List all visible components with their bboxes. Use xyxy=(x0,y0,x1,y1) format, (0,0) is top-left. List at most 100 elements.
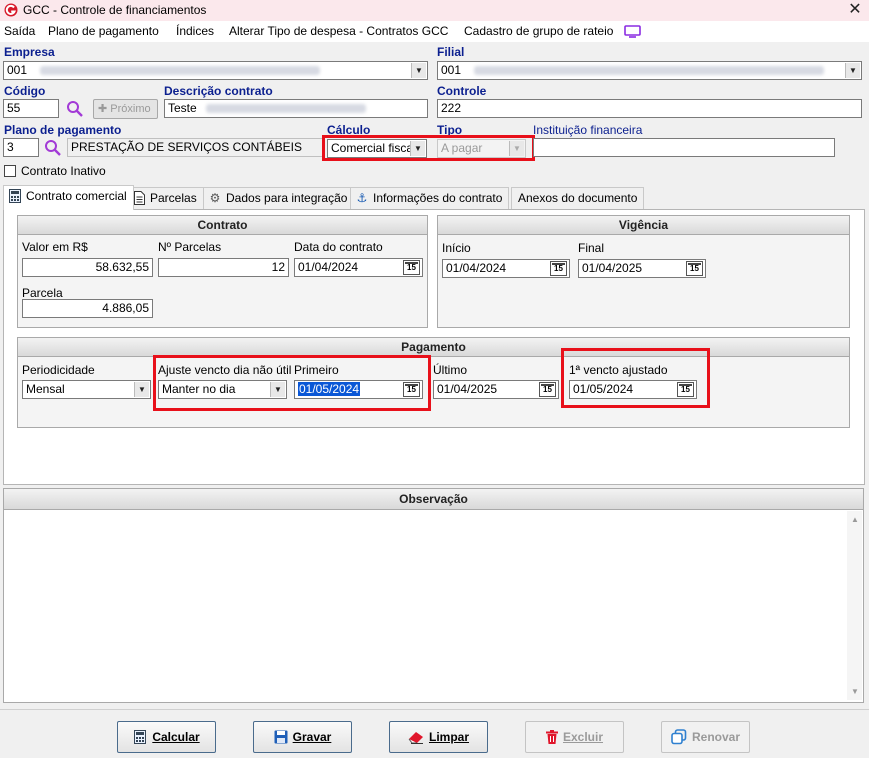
observacao-title: Observação xyxy=(4,489,863,510)
vencto-ajustado-label: 1ª vencto ajustado xyxy=(569,363,668,377)
observacao-group: Observação ▲ ▼ xyxy=(3,488,864,703)
vencto-ajustado-input[interactable]: 01/05/2024 15 xyxy=(569,380,697,399)
nparcelas-label: Nº Parcelas xyxy=(158,240,222,254)
parcela-label: Parcela xyxy=(22,286,63,300)
save-icon xyxy=(274,730,288,744)
ultimo-input[interactable]: 01/04/2025 15 xyxy=(433,380,559,399)
highlight-vencto-ajustado xyxy=(561,348,710,408)
calendar-icon[interactable]: 15 xyxy=(403,260,420,275)
tab-anexos-documento[interactable]: Anexos do documento xyxy=(511,187,645,209)
calendar-icon[interactable]: 15 xyxy=(403,382,420,397)
observacao-textarea[interactable] xyxy=(6,511,846,699)
chevron-down-icon[interactable]: ▼ xyxy=(411,63,426,78)
nparcelas-input[interactable]: 12 xyxy=(158,258,289,277)
limpar-button[interactable]: Limpar xyxy=(389,721,488,753)
data-contrato-label: Data do contrato xyxy=(294,240,383,254)
inativo-checkbox[interactable] xyxy=(4,165,16,177)
plus-icon: ✚ xyxy=(98,103,108,115)
tipo-select[interactable]: A pagar ▼ xyxy=(437,139,526,158)
search-icon[interactable] xyxy=(44,139,62,157)
tab-label: Dados para integração xyxy=(226,191,348,205)
final-label: Final xyxy=(578,241,605,255)
controle-label: Controle xyxy=(437,84,487,98)
search-icon[interactable] xyxy=(66,100,84,118)
plano-code-input[interactable]: 3 xyxy=(3,138,39,157)
menu-plano-pagamento[interactable]: Plano de pagamento xyxy=(48,24,159,38)
document-icon xyxy=(132,191,146,205)
valor-label: Valor em R$ xyxy=(22,240,88,254)
ultimo-label: Último xyxy=(433,363,468,377)
calendar-icon[interactable]: 15 xyxy=(550,261,567,276)
calcular-label: Calcular xyxy=(152,730,200,744)
eraser-icon xyxy=(408,731,423,744)
scroll-up-icon[interactable]: ▲ xyxy=(851,515,859,524)
calendar-icon[interactable]: 15 xyxy=(539,382,556,397)
final-input[interactable]: 01/04/2025 15 xyxy=(578,259,706,278)
menu-bar: Saída Plano de pagamento Índices Alterar… xyxy=(0,21,869,42)
chevron-down-icon[interactable]: ▼ xyxy=(134,382,149,397)
codigo-input[interactable]: 55 xyxy=(3,99,59,118)
chevron-down-icon[interactable]: ▼ xyxy=(845,63,860,78)
ajuste-select[interactable]: Manter no dia ▼ xyxy=(158,380,287,399)
renovar-label: Renovar xyxy=(691,730,741,744)
periodicidade-select[interactable]: Mensal ▼ xyxy=(22,380,151,399)
calcular-button[interactable]: Calcular xyxy=(117,721,216,753)
calculator-icon xyxy=(8,189,22,203)
filial-code: 001 xyxy=(441,63,462,77)
gravar-button[interactable]: Gravar xyxy=(253,721,352,753)
descricao-value: Teste xyxy=(168,101,197,115)
menu-saida[interactable]: Saída xyxy=(4,24,35,38)
tab-parcelas[interactable]: Parcelas xyxy=(127,187,204,209)
proximo-button[interactable]: ✚ Próximo xyxy=(93,99,158,119)
contrato-group-title: Contrato xyxy=(18,216,427,235)
empresa-label: Empresa xyxy=(4,45,55,59)
monitor-icon[interactable] xyxy=(624,25,641,38)
tab-label: Parcelas xyxy=(150,191,197,205)
controle-input[interactable]: 222 xyxy=(437,99,862,118)
descricao-input[interactable]: Teste xyxy=(164,99,428,118)
chevron-down-icon[interactable]: ▼ xyxy=(410,141,425,156)
tab-dados-integracao[interactable]: ⚙ Dados para integração xyxy=(203,187,355,209)
inicio-label: Início xyxy=(442,241,471,255)
descricao-label: Descrição contrato xyxy=(164,84,273,98)
trash-icon xyxy=(545,729,558,744)
observacao-scrollbar[interactable]: ▲ ▼ xyxy=(847,511,862,700)
gravar-label: Gravar xyxy=(292,730,332,744)
inicio-input[interactable]: 01/04/2024 15 xyxy=(442,259,570,278)
codigo-label: Código xyxy=(4,84,46,98)
periodicidade-value: Mensal xyxy=(26,382,65,396)
chevron-down-icon[interactable]: ▼ xyxy=(509,141,524,156)
primeiro-label: Primeiro xyxy=(294,363,339,377)
footer-divider xyxy=(0,709,869,710)
calendar-icon[interactable]: 15 xyxy=(686,261,703,276)
calculo-select[interactable]: Comercial fiscal ▼ xyxy=(327,139,427,158)
tab-contrato-comercial[interactable]: Contrato comercial xyxy=(3,185,134,210)
data-contrato-value: 01/04/2024 xyxy=(298,260,359,274)
primeiro-input[interactable]: 01/05/2024 15 xyxy=(294,380,423,399)
tab-label: Anexos do documento xyxy=(518,191,638,205)
close-icon[interactable]: ✕ xyxy=(846,0,864,20)
app-logo-icon xyxy=(4,3,18,17)
calendar-icon[interactable]: 15 xyxy=(677,382,694,397)
descricao-redacted xyxy=(206,104,367,114)
data-contrato-input[interactable]: 01/04/2024 15 xyxy=(294,258,423,277)
empresa-code: 001 xyxy=(7,63,28,77)
plano-label: Plano de pagamento xyxy=(4,123,122,137)
vigencia-group-title: Vigência xyxy=(438,216,849,235)
valor-input[interactable]: 58.632,55 xyxy=(22,258,153,277)
menu-indices[interactable]: Índices xyxy=(176,24,214,38)
scroll-down-icon[interactable]: ▼ xyxy=(851,687,859,696)
menu-cadastro-rateio[interactable]: Cadastro de grupo de rateio xyxy=(464,24,613,38)
tab-informacoes-contrato[interactable]: ⚓ Informações do contrato xyxy=(350,187,510,209)
excluir-button[interactable]: Excluir xyxy=(525,721,624,753)
chevron-down-icon[interactable]: ▼ xyxy=(270,382,285,397)
empresa-select[interactable]: 001 ▼ xyxy=(3,61,428,80)
ultimo-value: 01/04/2025 xyxy=(437,382,498,396)
renovar-button[interactable]: Renovar xyxy=(661,721,750,753)
instituicao-label: Instituição financeira xyxy=(533,123,643,137)
instituicao-input[interactable] xyxy=(533,138,835,157)
menu-alterar-tipo[interactable]: Alterar Tipo de despesa - Contratos GCC xyxy=(229,24,448,38)
filial-name-redacted xyxy=(474,66,825,76)
filial-select[interactable]: 001 ▼ xyxy=(437,61,862,80)
ajuste-value: Manter no dia xyxy=(162,382,236,396)
